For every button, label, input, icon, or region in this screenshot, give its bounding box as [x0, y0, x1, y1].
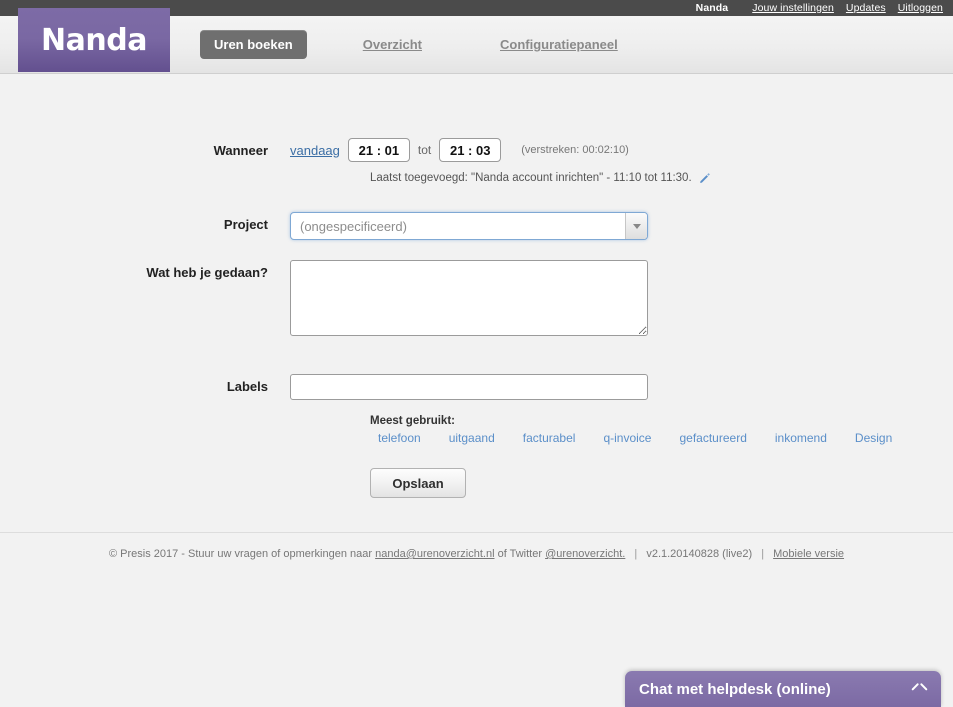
tag-facturabel[interactable]: facturabel	[523, 431, 576, 445]
tag-q-invoice[interactable]: q-invoice	[603, 431, 651, 445]
labels-input[interactable]	[290, 374, 648, 400]
footer-separator: |	[761, 548, 765, 560]
tag-design[interactable]: Design	[855, 431, 892, 445]
end-time-input[interactable]	[439, 138, 502, 162]
helpdesk-chat-widget[interactable]: Chat met helpdesk (online)	[625, 671, 941, 707]
tag-uitgaand[interactable]: uitgaand	[449, 431, 495, 445]
elapsed-time-text: (verstreken: 00:02:10)	[521, 144, 629, 156]
footer-twitter-prefix: of Twitter	[497, 548, 543, 560]
project-select[interactable]: (ongespecificeerd)	[290, 212, 648, 240]
footer-twitter-link[interactable]: @urenoverzicht.	[545, 548, 625, 560]
main-navigation-bar: Nanda Uren boeken Overzicht Configuratie…	[0, 8, 953, 74]
tag-inkomend[interactable]: inkomend	[775, 431, 827, 445]
footer-mobile-link[interactable]: Mobiele versie	[773, 548, 844, 560]
form-row-description: Wat heb je gedaan?	[0, 260, 648, 336]
tag-telefoon[interactable]: telefoon	[378, 431, 421, 445]
description-textarea[interactable]	[290, 260, 648, 336]
nav-item-overzicht[interactable]: Overzicht	[349, 37, 436, 52]
last-added-entry: Laatst toegevoegd: "Nanda account inrich…	[370, 172, 711, 184]
chevron-up-icon[interactable]	[911, 682, 925, 696]
last-added-text: Laatst toegevoegd: "Nanda account inrich…	[370, 172, 692, 184]
project-label: Project	[223, 217, 268, 232]
start-time-input[interactable]	[347, 138, 410, 162]
brand-logo-text: Nanda	[41, 22, 147, 58]
footer-email-link[interactable]: nanda@urenoverzicht.nl	[375, 548, 494, 560]
save-button-wrap: Opslaan	[370, 468, 466, 498]
tag-gefactureerd[interactable]: gefactureerd	[679, 431, 746, 445]
tags-list: telefoon uitgaand facturabel q-invoice g…	[370, 431, 930, 445]
project-selected-value: (ongespecificeerd)	[300, 218, 407, 234]
description-field-group	[290, 260, 648, 336]
chevron-down-icon[interactable]	[625, 213, 647, 239]
description-label: Wat heb je gedaan?	[146, 265, 268, 280]
dropdown-triangle	[632, 223, 641, 229]
page-footer: © Presis 2017 - Stuur uw vragen of opmer…	[0, 548, 953, 560]
footer-divider	[0, 532, 953, 533]
wanneer-field-group: vandaag tot (verstreken: 00:02:10)	[290, 138, 629, 162]
chat-widget-title: Chat met helpdesk (online)	[639, 680, 831, 698]
updates-link[interactable]: Updates	[846, 2, 886, 14]
labels-label: Labels	[226, 379, 268, 394]
most-used-heading: Meest gebruikt:	[370, 415, 455, 427]
project-field-group: (ongespecificeerd)	[290, 212, 648, 240]
nav-item-uren-boeken[interactable]: Uren boeken	[200, 30, 307, 59]
pencil-icon[interactable]	[699, 172, 711, 184]
time-separator-label: tot	[417, 143, 432, 157]
footer-copyright: © Presis 2017 - Stuur uw vragen of opmer…	[108, 548, 373, 560]
nav-item-configuratiepaneel[interactable]: Configuratiepaneel	[486, 37, 632, 52]
footer-separator: |	[634, 548, 638, 560]
nav-items-group: Uren boeken Overzicht Configuratiepaneel	[200, 30, 632, 59]
today-link[interactable]: vandaag	[290, 143, 340, 158]
form-row-labels: Labels	[0, 374, 648, 400]
form-row-wanneer: Wanneer vandaag tot (verstreken: 00:02:1…	[0, 138, 629, 162]
current-user-name: Nanda	[695, 2, 729, 14]
logout-link[interactable]: Uitloggen	[898, 2, 943, 14]
most-used-tags-block: Meest gebruikt: telefoon uitgaand factur…	[370, 415, 930, 445]
save-button[interactable]: Opslaan	[370, 468, 466, 498]
main-content: Wanneer vandaag tot (verstreken: 00:02:1…	[0, 74, 953, 532]
footer-version: v2.1.20140828 (live2)	[646, 548, 753, 560]
form-row-project: Project (ongespecificeerd)	[0, 212, 648, 240]
settings-link[interactable]: Jouw instellingen	[752, 2, 834, 14]
brand-logo[interactable]: Nanda	[18, 8, 170, 72]
wanneer-label: Wanneer	[213, 143, 268, 158]
labels-field-group	[290, 374, 648, 400]
